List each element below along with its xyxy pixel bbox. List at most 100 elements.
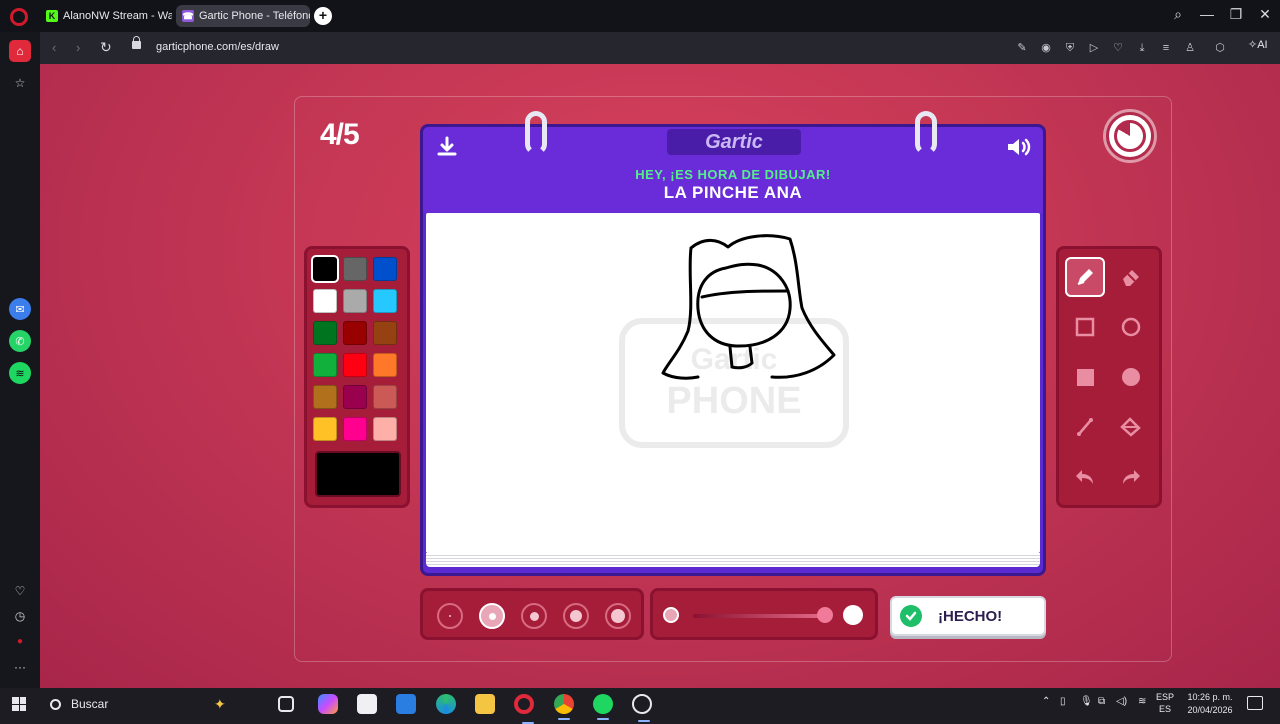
opacity-min-icon[interactable]	[663, 607, 679, 623]
language-indicator[interactable]: ESP ES	[1156, 691, 1174, 715]
edge-icon[interactable]	[436, 694, 456, 714]
line-icon	[1077, 418, 1093, 436]
search-tabs-icon[interactable]: ⌕	[1164, 6, 1192, 23]
close-window-button[interactable]: ✕	[1251, 6, 1279, 23]
favorites-heart-icon[interactable]: ♡	[9, 580, 31, 602]
filled-rectangle-tool[interactable]	[1065, 357, 1105, 397]
minimize-button[interactable]: —	[1193, 6, 1221, 22]
line-tool[interactable]	[1065, 407, 1105, 447]
new-tab-button[interactable]: +	[314, 7, 332, 25]
history-icon[interactable]: ◷	[9, 605, 31, 627]
color-swatch[interactable]	[311, 255, 339, 283]
reload-icon[interactable]: ↻	[100, 39, 112, 56]
color-swatch[interactable]	[313, 353, 337, 377]
back-icon[interactable]: ‹	[52, 40, 56, 55]
brush-size-option[interactable]	[479, 603, 505, 629]
undo-icon	[1076, 470, 1093, 484]
color-swatch[interactable]	[343, 385, 367, 409]
color-swatch[interactable]	[373, 257, 397, 281]
ellipse-tool[interactable]	[1111, 307, 1151, 347]
profile-icon[interactable]: ♙	[1182, 40, 1198, 56]
camera-icon[interactable]: ◉	[1038, 40, 1054, 56]
player-icon[interactable]: ▷	[1086, 40, 1102, 56]
spotify-taskbar-icon[interactable]	[593, 694, 613, 720]
done-button[interactable]: ¡HECHO!	[890, 596, 1046, 636]
eraser-tool[interactable]	[1111, 257, 1151, 297]
store-icon[interactable]	[357, 694, 377, 714]
copilot-icon[interactable]	[318, 694, 338, 714]
color-swatch[interactable]	[313, 417, 337, 441]
url-field[interactable]: garticphone.com/es/draw	[156, 41, 279, 53]
windows-start-icon[interactable]	[12, 697, 26, 711]
maximize-button[interactable]: ❐	[1222, 6, 1250, 23]
eraser-icon	[1123, 270, 1139, 286]
tray-app-icon[interactable]: ▯	[1060, 696, 1066, 707]
download-icon[interactable]	[435, 135, 459, 159]
color-swatch[interactable]	[343, 289, 367, 313]
extensions-icon[interactable]: ⬡	[1212, 40, 1228, 56]
chrome-icon[interactable]	[554, 694, 574, 720]
drawing-canvas[interactable]: Gartic PHONE	[426, 213, 1040, 553]
opera-icon[interactable]	[514, 694, 534, 724]
color-swatch[interactable]	[373, 417, 397, 441]
color-swatch[interactable]	[313, 321, 337, 345]
fill-tool[interactable]	[1111, 407, 1151, 447]
opacity-max-icon[interactable]	[843, 605, 863, 625]
opera-menu-icon[interactable]	[10, 8, 28, 26]
tab-gartic-phone[interactable]: ☎ Gartic Phone - Teléfono D	[176, 5, 310, 27]
color-swatch[interactable]	[343, 257, 367, 281]
aria-ai-button[interactable]: ✧AI	[1248, 38, 1268, 51]
color-swatch[interactable]	[373, 321, 397, 345]
download-manager-icon[interactable]: ⤓	[1134, 40, 1150, 56]
task-view-icon[interactable]	[278, 696, 294, 712]
color-swatch[interactable]	[313, 289, 337, 313]
color-swatch[interactable]	[343, 353, 367, 377]
spotify-icon[interactable]: ≋	[9, 362, 31, 384]
volume-tray-icon[interactable]: ◁)	[1116, 696, 1127, 707]
notifications-icon[interactable]	[1247, 696, 1263, 710]
ublock-icon[interactable]: ●	[9, 630, 31, 652]
brush-size-option[interactable]	[521, 603, 547, 629]
bookmarks-icon[interactable]: ☆	[9, 72, 31, 94]
color-swatch[interactable]	[373, 353, 397, 377]
color-swatch[interactable]	[343, 321, 367, 345]
easy-setup-icon[interactable]: ≡	[1158, 40, 1174, 56]
more-icon[interactable]: ···	[9, 656, 31, 678]
display-icon[interactable]: ⧉	[1098, 696, 1105, 707]
kick-icon: K	[46, 10, 58, 22]
whatsapp-icon[interactable]: ✆	[9, 330, 31, 352]
rectangle-tool[interactable]	[1065, 307, 1105, 347]
pencil-tool[interactable]	[1065, 257, 1105, 297]
redo-button[interactable]	[1111, 457, 1151, 497]
messenger-icon[interactable]: ✉	[9, 298, 31, 320]
microphone-icon[interactable]: 🎙	[1080, 696, 1093, 707]
color-swatch[interactable]	[373, 289, 397, 313]
opacity-slider[interactable]	[693, 614, 823, 618]
gartic-icon: ☎	[182, 10, 194, 22]
color-swatch[interactable]	[373, 385, 397, 409]
file-explorer-icon[interactable]	[475, 694, 495, 714]
home-icon[interactable]: ⌂	[9, 40, 31, 62]
color-swatch[interactable]	[343, 417, 367, 441]
undo-button[interactable]	[1065, 457, 1105, 497]
forward-icon[interactable]: ›	[76, 40, 80, 55]
outlook-icon[interactable]	[396, 694, 416, 714]
taskbar-search[interactable]: Buscar	[40, 691, 262, 717]
obs-icon[interactable]	[632, 694, 652, 722]
wifi-icon[interactable]: ≋	[1138, 696, 1146, 707]
color-swatch[interactable]	[313, 385, 337, 409]
opacity-slider-handle[interactable]	[817, 607, 833, 623]
edit-page-icon[interactable]: ✎	[1014, 40, 1030, 56]
system-clock[interactable]: 10:26 p. m. 20/04/2026	[1182, 691, 1238, 717]
brush-size-option[interactable]	[605, 603, 631, 629]
rectangle-outline-icon	[1075, 317, 1095, 337]
volume-icon[interactable]	[1005, 135, 1033, 159]
tab-kick-stream[interactable]: K AlanoNW Stream - Watch	[40, 5, 172, 27]
brush-size-option[interactable]	[563, 603, 589, 629]
shield-icon[interactable]: ⛨	[1062, 40, 1078, 56]
filled-ellipse-tool[interactable]	[1111, 357, 1151, 397]
lock-icon[interactable]	[132, 36, 141, 49]
brush-size-option[interactable]	[437, 603, 463, 629]
heart-icon[interactable]: ♡	[1110, 40, 1126, 56]
tray-chevron-icon[interactable]: ⌃	[1042, 696, 1050, 707]
